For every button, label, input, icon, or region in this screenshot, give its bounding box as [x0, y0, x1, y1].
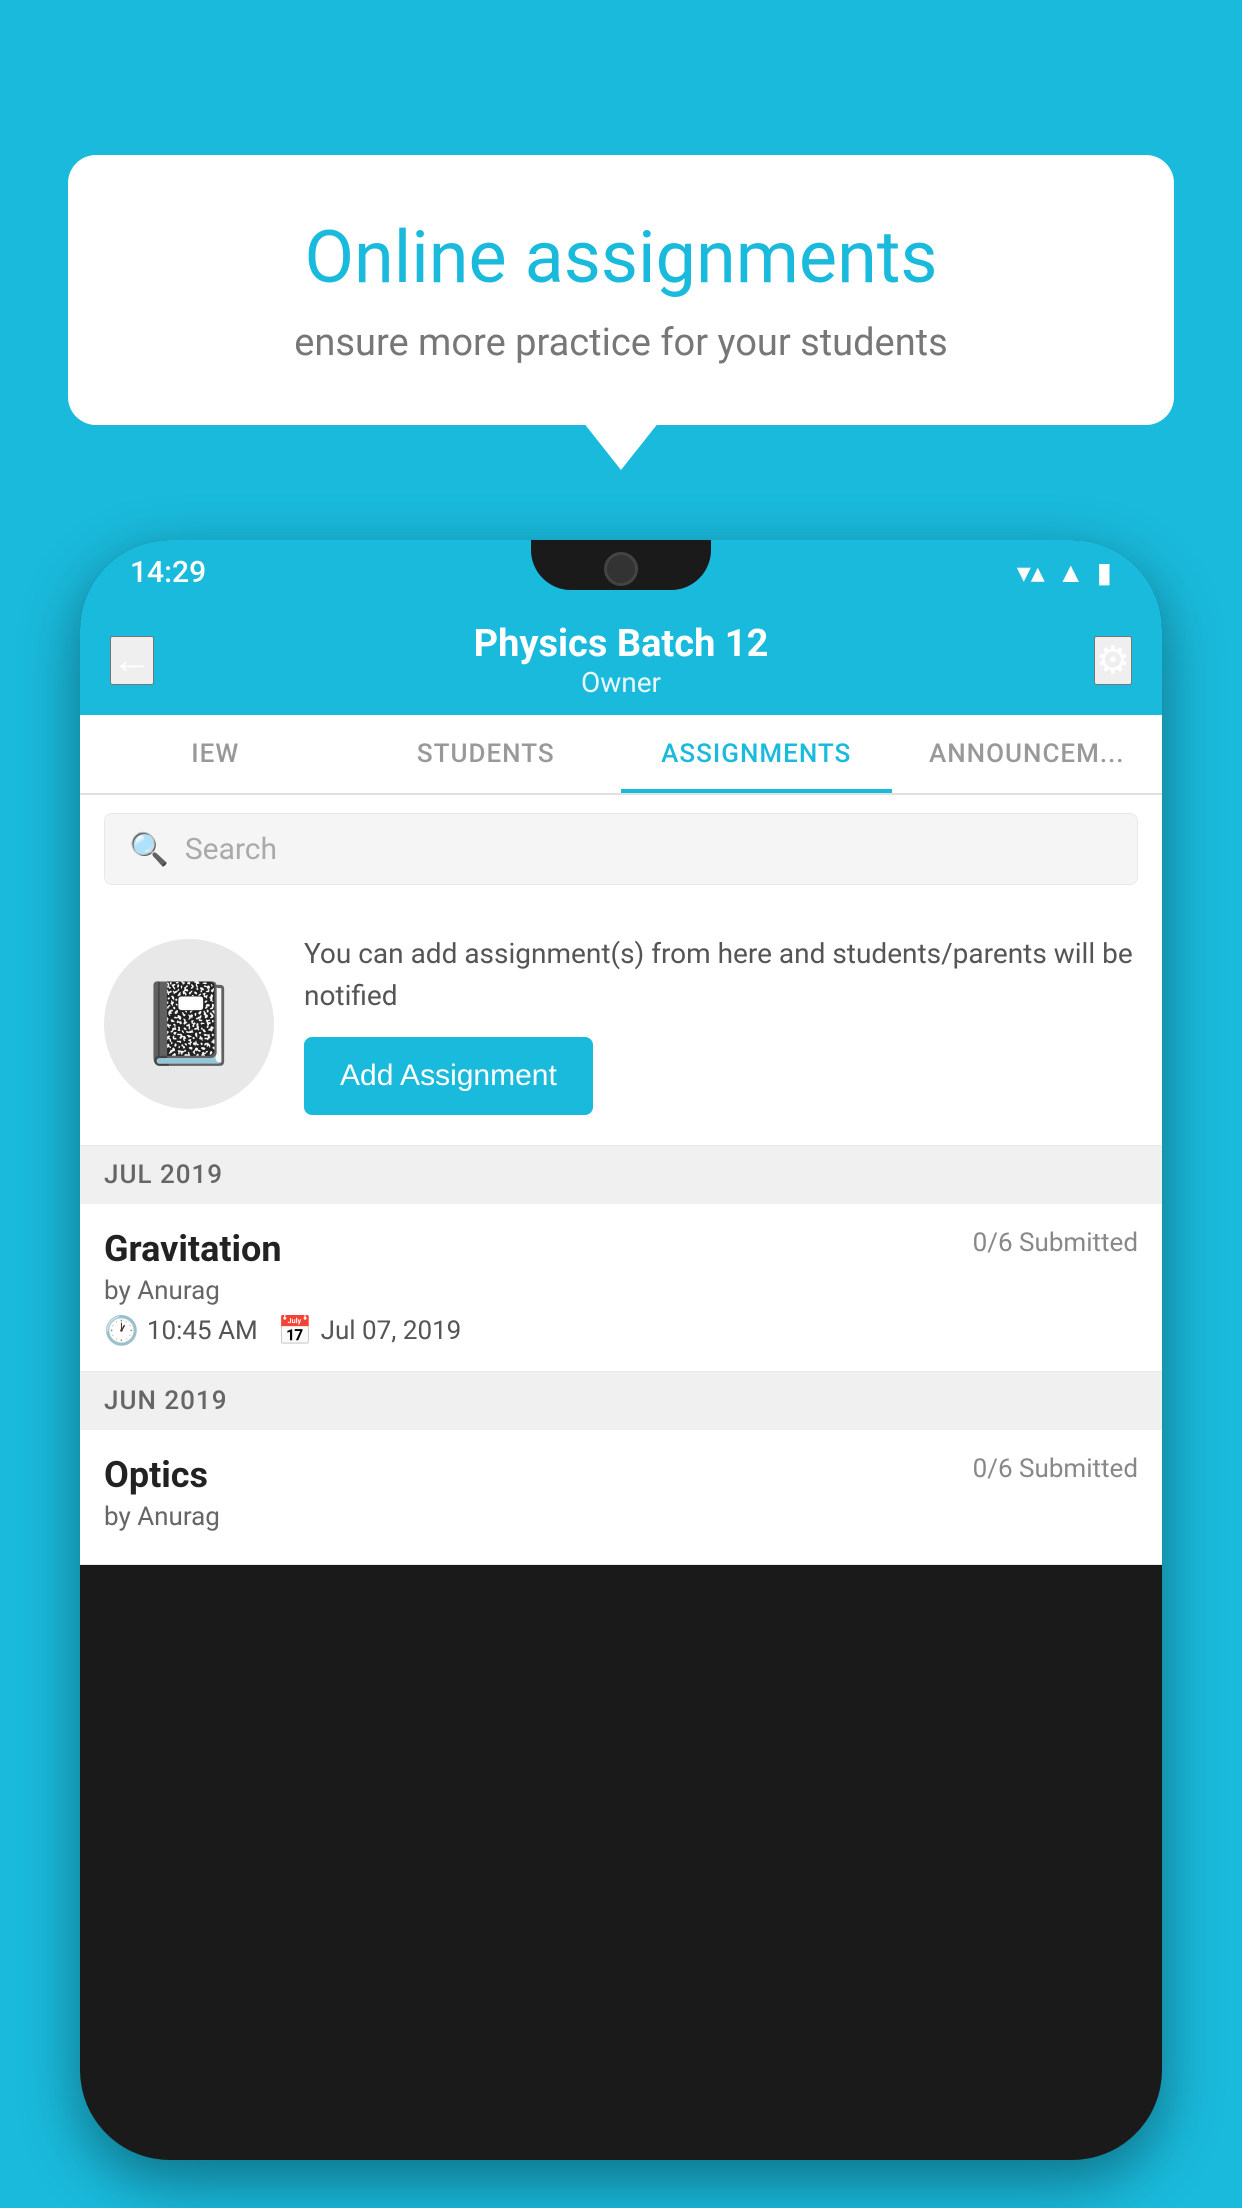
section-header-jun2019: JUN 2019 [80, 1372, 1162, 1430]
assignment-submitted-optics: 0/6 Submitted [973, 1454, 1138, 1484]
assignment-name: Gravitation [104, 1228, 282, 1270]
speech-bubble-container: Online assignments ensure more practice … [68, 155, 1174, 425]
notebook-icon: 📓 [139, 977, 239, 1071]
phone-content: 🔍 Search 📓 You can add assignment(s) fro… [80, 795, 1162, 1565]
status-icons: ▾▴ ▲ ▮ [1017, 556, 1112, 589]
header-subtitle: Owner [474, 666, 769, 699]
assignment-name-optics: Optics [104, 1454, 208, 1496]
search-icon: 🔍 [129, 830, 169, 868]
status-bar: 14:29 ▾▴ ▲ ▮ [80, 540, 1162, 605]
search-bar[interactable]: 🔍 Search [104, 813, 1138, 885]
speech-bubble: Online assignments ensure more practice … [68, 155, 1174, 425]
battery-icon: ▮ [1097, 556, 1112, 589]
phone-frame: 14:29 ▾▴ ▲ ▮ ← Physics Batch 12 Owner ⚙ … [80, 540, 1162, 2160]
promo-text: You can add assignment(s) from here and … [304, 933, 1138, 1017]
assignment-item-optics[interactable]: Optics 0/6 Submitted by Anurag [80, 1430, 1162, 1565]
header-title: Physics Batch 12 [474, 622, 769, 666]
assignment-top-row-optics: Optics 0/6 Submitted [104, 1454, 1138, 1496]
tab-assignments[interactable]: ASSIGNMENTS [621, 715, 892, 793]
tabs-bar: IEW STUDENTS ASSIGNMENTS ANNOUNCEM... [80, 715, 1162, 795]
phone-wrapper: 14:29 ▾▴ ▲ ▮ ← Physics Batch 12 Owner ⚙ … [80, 540, 1162, 2208]
assignment-author: by Anurag [104, 1276, 1138, 1306]
section-header-jul2019: JUL 2019 [80, 1146, 1162, 1204]
back-button[interactable]: ← [110, 636, 154, 685]
settings-button[interactable]: ⚙ [1094, 636, 1132, 685]
header-title-area: Physics Batch 12 Owner [474, 622, 769, 699]
app-header: ← Physics Batch 12 Owner ⚙ [80, 605, 1162, 715]
assignment-meta: 🕐 10:45 AM 📅 Jul 07, 2019 [104, 1314, 1138, 1347]
status-time: 14:29 [130, 555, 206, 590]
search-placeholder: Search [185, 832, 277, 867]
assignment-date: 📅 Jul 07, 2019 [278, 1314, 462, 1347]
calendar-icon: 📅 [278, 1314, 313, 1347]
assignment-top-row: Gravitation 0/6 Submitted [104, 1228, 1138, 1270]
signal-icon: ▲ [1057, 556, 1085, 589]
wifi-icon: ▾▴ [1017, 556, 1045, 589]
assignment-submitted: 0/6 Submitted [973, 1228, 1138, 1258]
tab-announcements[interactable]: ANNOUNCEM... [892, 715, 1163, 793]
assignment-time: 🕐 10:45 AM [104, 1314, 258, 1347]
promo-right: You can add assignment(s) from here and … [304, 933, 1138, 1115]
promo-icon-circle: 📓 [104, 939, 274, 1109]
tab-students[interactable]: STUDENTS [351, 715, 622, 793]
add-assignment-promo: 📓 You can add assignment(s) from here an… [80, 903, 1162, 1146]
assignment-author-optics: by Anurag [104, 1502, 1138, 1532]
speech-bubble-subtitle: ensure more practice for your students [148, 321, 1094, 365]
search-container: 🔍 Search [80, 795, 1162, 903]
assignment-item-gravitation[interactable]: Gravitation 0/6 Submitted by Anurag 🕐 10… [80, 1204, 1162, 1372]
add-assignment-button[interactable]: Add Assignment [304, 1037, 593, 1115]
tab-iew[interactable]: IEW [80, 715, 351, 793]
speech-bubble-title: Online assignments [148, 215, 1094, 301]
clock-icon: 🕐 [104, 1314, 139, 1347]
